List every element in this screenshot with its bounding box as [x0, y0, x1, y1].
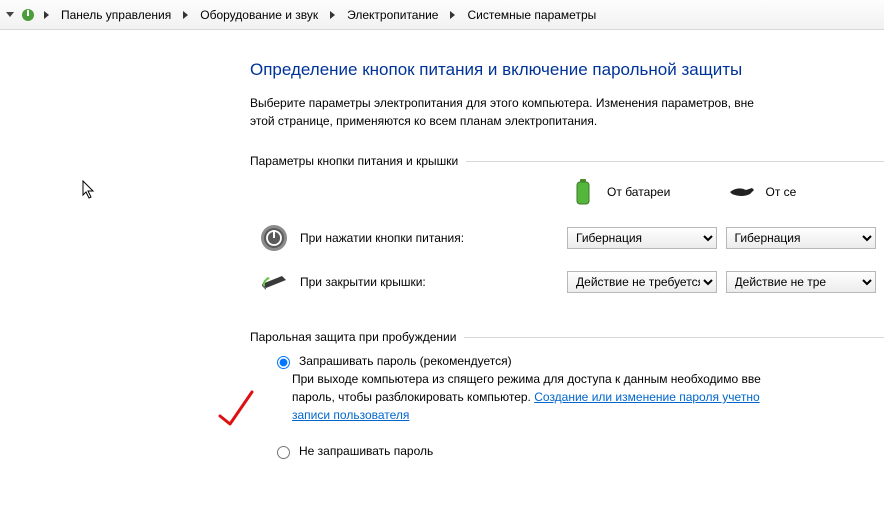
breadcrumb-item-system-settings[interactable]: Системные параметры — [463, 6, 600, 24]
radio-no-require-password-label: Не запрашивать пароль — [299, 442, 433, 460]
breadcrumb-item-control-panel[interactable]: Панель управления — [57, 6, 175, 24]
page-title: Определение кнопок питания и включение п… — [250, 60, 884, 80]
chevron-right-icon[interactable] — [450, 11, 455, 19]
page-description: Выберите параметры электропитания для эт… — [250, 94, 884, 130]
radio-require-password-desc: При выходе компьютера из спящего режима … — [292, 370, 884, 424]
section-header-power-buttons: Параметры кнопки питания и крышки — [250, 154, 884, 168]
select-lid-close-battery[interactable]: Действие не требуется — [567, 271, 717, 293]
radio-no-require-password[interactable] — [277, 446, 290, 459]
section-header-password: Парольная защита при пробуждении — [250, 330, 884, 344]
content-panel: Определение кнопок питания и включение п… — [0, 30, 884, 460]
column-header-battery: От батареи — [607, 185, 670, 199]
breadcrumb-item-hardware-sound[interactable]: Оборудование и звук — [196, 6, 322, 24]
power-button-icon — [258, 222, 290, 254]
link-create-change-password-cont[interactable]: записи пользователя — [292, 408, 409, 422]
battery-icon — [567, 176, 599, 208]
link-create-change-password[interactable]: Создание или изменение пароля учетно — [534, 390, 759, 404]
chevron-right-icon[interactable] — [44, 11, 49, 19]
plug-icon — [726, 176, 758, 208]
radio-require-password[interactable] — [277, 356, 290, 369]
column-header-plugged: От се — [766, 185, 797, 199]
select-lid-close-plugged[interactable]: Действие не тре — [726, 271, 876, 293]
laptop-lid-icon — [258, 266, 290, 298]
label-lid-close: При закрытии крышки: — [300, 275, 426, 289]
radio-require-password-label: Запрашивать пароль (рекомендуется) — [299, 352, 512, 370]
label-power-button: При нажатии кнопки питания: — [300, 231, 464, 245]
breadcrumb-item-power-options[interactable]: Электропитание — [343, 6, 442, 24]
chevron-right-icon[interactable] — [183, 11, 188, 19]
select-power-button-plugged[interactable]: Гибернация — [726, 227, 876, 249]
breadcrumb-bar: Панель управления Оборудование и звук Эл… — [0, 0, 884, 30]
power-options-icon — [20, 7, 36, 23]
chevron-right-icon[interactable] — [330, 11, 335, 19]
power-settings-grid: От батареи От се — [250, 176, 884, 304]
password-options: Запрашивать пароль (рекомендуется) При в… — [250, 352, 884, 460]
select-power-button-battery[interactable]: Гибернация — [567, 227, 717, 249]
back-history-dropdown[interactable] — [6, 12, 14, 17]
